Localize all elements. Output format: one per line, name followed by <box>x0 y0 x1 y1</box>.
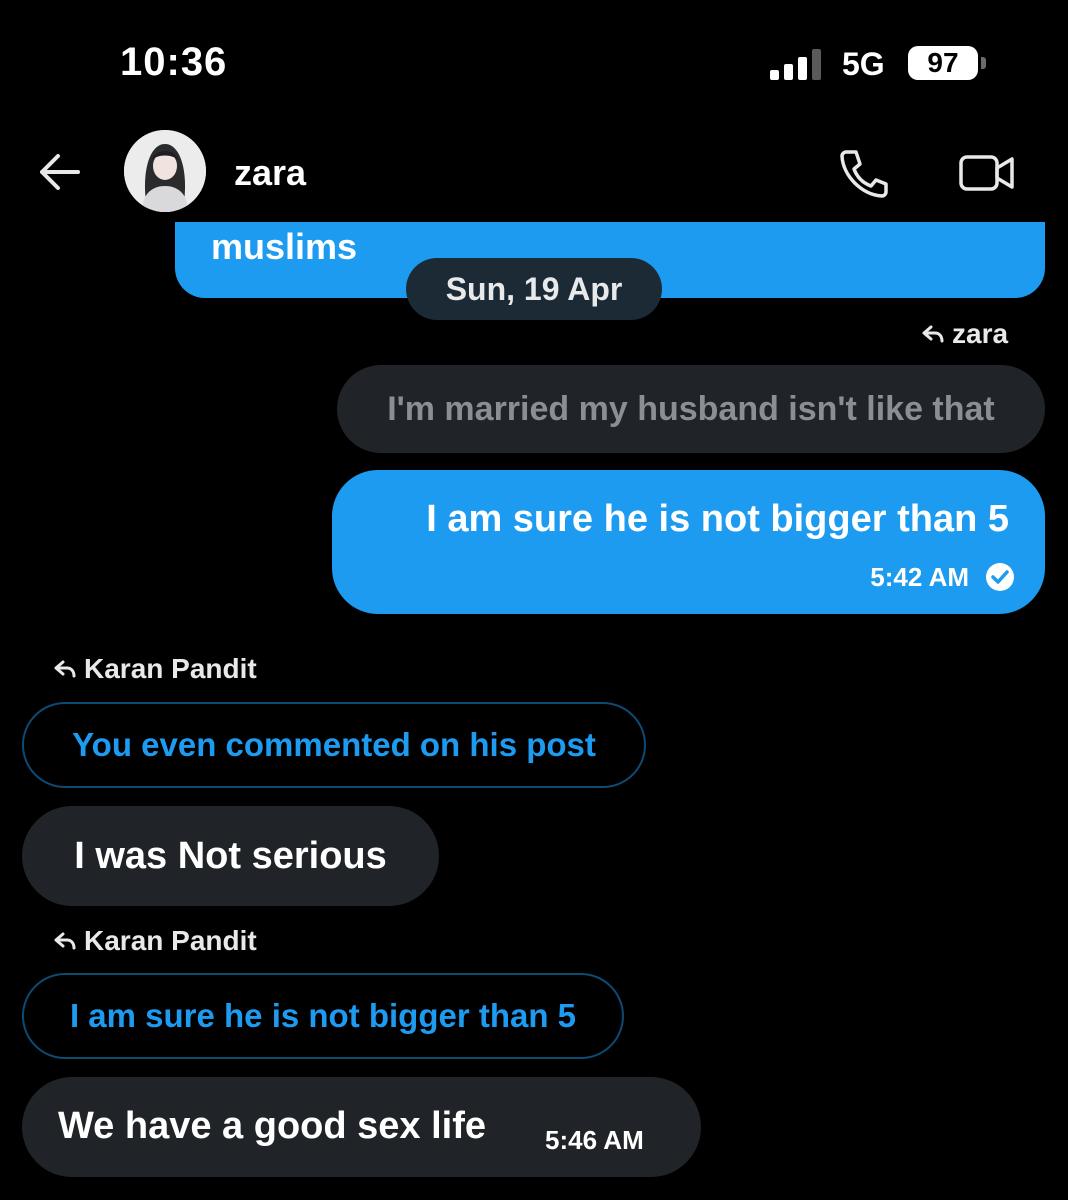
battery-icon: 97 <box>908 46 978 80</box>
check-circle-icon <box>986 563 1014 591</box>
contact-name[interactable]: zara <box>234 152 306 194</box>
received-message-bubble[interactable]: We have a good sex life 5:46 AM <box>22 1077 701 1177</box>
phone-icon[interactable] <box>838 148 890 198</box>
battery-level: 97 <box>927 47 959 78</box>
quoted-message[interactable]: I'm married my husband isn't like that <box>337 365 1045 453</box>
network-type: 5G <box>842 46 885 82</box>
previous-message-text: muslims <box>211 226 358 267</box>
avatar[interactable] <box>124 130 206 212</box>
reply-label: Karan Pandit <box>54 925 257 957</box>
arrow-left-icon[interactable] <box>36 150 82 194</box>
sent-message-text: I am sure he is not bigger than 5 <box>426 498 1009 540</box>
date-separator: Sun, 19 Apr <box>406 258 662 320</box>
battery-tip <box>981 57 986 69</box>
reply-arrow-icon <box>54 660 76 678</box>
video-camera-icon[interactable] <box>958 152 1016 194</box>
quoted-message[interactable]: You even commented on his post <box>22 702 646 788</box>
message-timestamp: 5:46 AM <box>545 1125 644 1155</box>
reply-arrow-icon <box>922 325 944 343</box>
reply-target-name: Karan Pandit <box>84 925 257 956</box>
signal-icon <box>770 48 830 80</box>
sent-message-bubble[interactable]: I am sure he is not bigger than 5 5:42 A… <box>332 470 1045 614</box>
reply-arrow-icon <box>54 932 76 950</box>
quoted-message[interactable]: I am sure he is not bigger than 5 <box>22 973 624 1059</box>
message-timestamp: 5:42 AM <box>870 562 969 592</box>
reply-target-name: Karan Pandit <box>84 653 257 684</box>
reply-label: Karan Pandit <box>54 653 257 685</box>
reply-target-name: zara <box>952 318 1009 349</box>
reply-label: zara <box>922 318 1008 350</box>
status-time: 10:36 <box>120 40 228 84</box>
received-message-text: We have a good sex life <box>58 1105 487 1147</box>
received-message-bubble[interactable]: I was Not serious <box>22 806 439 906</box>
